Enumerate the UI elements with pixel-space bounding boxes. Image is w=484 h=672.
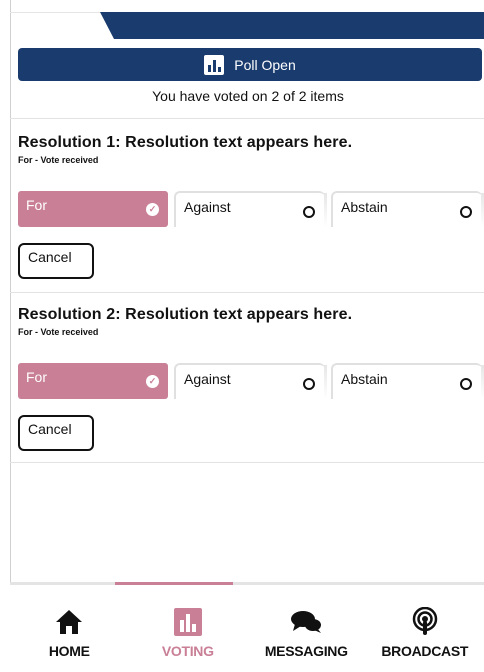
chat-bubbles-icon [290, 607, 322, 637]
divider [10, 292, 484, 293]
check-icon: ✓ [146, 375, 159, 388]
vote-options-1: For ✓ Against Abstain [18, 191, 484, 227]
top-border [10, 12, 100, 13]
option-label: For [26, 197, 47, 213]
nav-broadcast[interactable]: BROADCAST [366, 585, 484, 672]
nav-voting[interactable]: VOTING [129, 585, 248, 672]
nav-label: HOME [48, 643, 90, 659]
option-label: Abstain [341, 371, 388, 387]
vote-abstain-button[interactable]: Abstain [331, 191, 484, 227]
cancel-vote-button[interactable]: Cancel [18, 243, 94, 279]
bar-chart-icon [173, 607, 202, 637]
resolution-2: Resolution 2: Resolution text appears he… [18, 306, 484, 337]
header-tab [100, 12, 484, 39]
vote-against-button[interactable]: Against [174, 191, 327, 227]
podcast-icon [412, 607, 438, 637]
bar-chart-icon [204, 54, 225, 75]
divider [10, 462, 484, 463]
vote-status: For - Vote received [18, 155, 99, 165]
nav-label: BROADCAST [381, 643, 469, 659]
vote-for-button[interactable]: For ✓ [18, 363, 168, 399]
voted-summary: You have voted on 2 of 2 items [152, 88, 344, 104]
vote-status: For - Vote received [18, 327, 99, 337]
poll-status-banner: Poll Open [18, 48, 482, 81]
option-label: For [26, 369, 47, 385]
vote-options-2: For ✓ Against Abstain [18, 363, 484, 399]
radio-icon [460, 206, 472, 218]
vote-for-button[interactable]: For ✓ [18, 191, 168, 227]
resolution-title: Resolution 1: Resolution text appears he… [18, 134, 353, 151]
radio-icon [303, 378, 315, 390]
vote-against-button[interactable]: Against [174, 363, 327, 399]
home-icon [55, 607, 83, 637]
resolution-title: Resolution 2: Resolution text appears he… [18, 306, 353, 323]
option-label: Against [184, 199, 231, 215]
check-icon: ✓ [146, 203, 159, 216]
radio-icon [303, 206, 315, 218]
divider [10, 118, 484, 119]
radio-icon [460, 378, 472, 390]
option-label: Against [184, 371, 231, 387]
vote-abstain-button[interactable]: Abstain [331, 363, 484, 399]
nav-messaging[interactable]: MESSAGING [247, 585, 366, 672]
option-label: Abstain [341, 199, 388, 215]
bottom-nav: HOME VOTING MESSAGING BROADCAST [10, 585, 484, 672]
nav-home[interactable]: HOME [10, 585, 129, 672]
nav-label: VOTING [161, 643, 214, 659]
nav-label: MESSAGING [264, 643, 348, 659]
cancel-vote-button[interactable]: Cancel [18, 415, 94, 451]
poll-status-label: Poll Open [234, 56, 296, 73]
resolution-1: Resolution 1: Resolution text appears he… [18, 134, 484, 165]
